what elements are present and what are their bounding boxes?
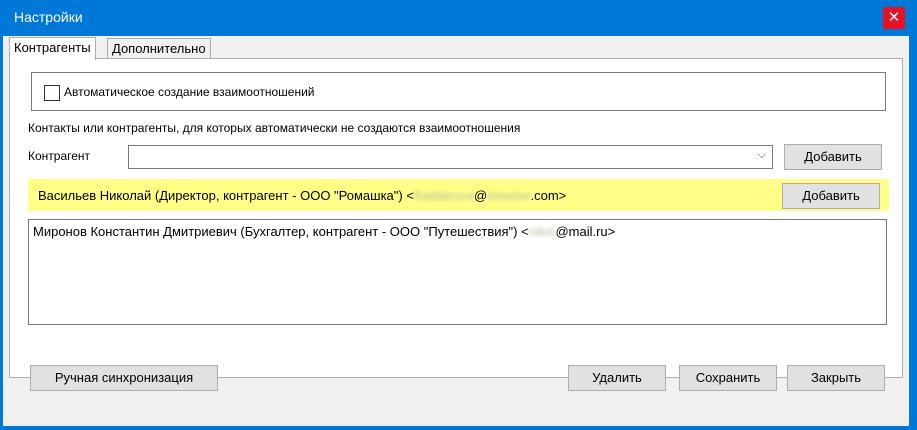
close-button[interactable]: Закрыть: [787, 365, 885, 391]
close-icon: ✕: [887, 9, 901, 26]
close-window-button[interactable]: ✕: [883, 7, 905, 29]
counterparty-label: Контрагент: [28, 149, 91, 163]
tab-counterparties[interactable]: Контрагенты: [9, 37, 96, 60]
dialog-client-area: Контрагенты Дополнительно Автоматическое…: [3, 36, 909, 426]
settings-window: Настройки ✕ Контрагенты Дополнительно Ав…: [0, 0, 917, 430]
list-item[interactable]: Миронов Константин Дмитриевич (Бухгалтер…: [33, 224, 615, 239]
add-counterparty-button[interactable]: Добавить: [784, 144, 882, 170]
blurred-email-domain: elewise: [487, 188, 531, 203]
auto-relations-label[interactable]: Автоматическое создание взаимоотношений: [64, 85, 315, 99]
window-title: Настройки: [14, 9, 83, 25]
auto-relations-checkbox[interactable]: [44, 85, 60, 101]
counterparty-combobox[interactable]: ⌵: [128, 145, 773, 169]
blurred-email-user: nikol: [528, 224, 556, 239]
save-button[interactable]: Сохранить: [679, 365, 777, 391]
suggestion-row: Васильев Николай (Директор, контрагент -…: [28, 179, 889, 211]
exclusions-list[interactable]: Миронов Константин Дмитриевич (Бухгалтер…: [28, 219, 887, 325]
exclusions-info-text: Контакты или контрагенты, для которых ав…: [28, 121, 521, 135]
auto-relations-group: Автоматическое создание взаимоотношений: [31, 72, 886, 111]
tab-page-counterparties: Автоматическое создание взаимоотношений …: [9, 58, 903, 378]
chevron-down-icon[interactable]: ⌵: [758, 149, 766, 162]
manual-sync-button[interactable]: Ручная синхронизация: [30, 365, 218, 391]
add-suggestion-button[interactable]: Добавить: [782, 183, 880, 209]
tab-additional[interactable]: Дополнительно: [107, 38, 211, 59]
suggestion-text: Васильев Николай (Директор, контрагент -…: [38, 188, 567, 203]
delete-button[interactable]: Удалить: [568, 365, 666, 391]
blurred-email-user: lhaidarova: [413, 188, 474, 203]
title-bar[interactable]: Настройки ✕: [0, 0, 917, 36]
